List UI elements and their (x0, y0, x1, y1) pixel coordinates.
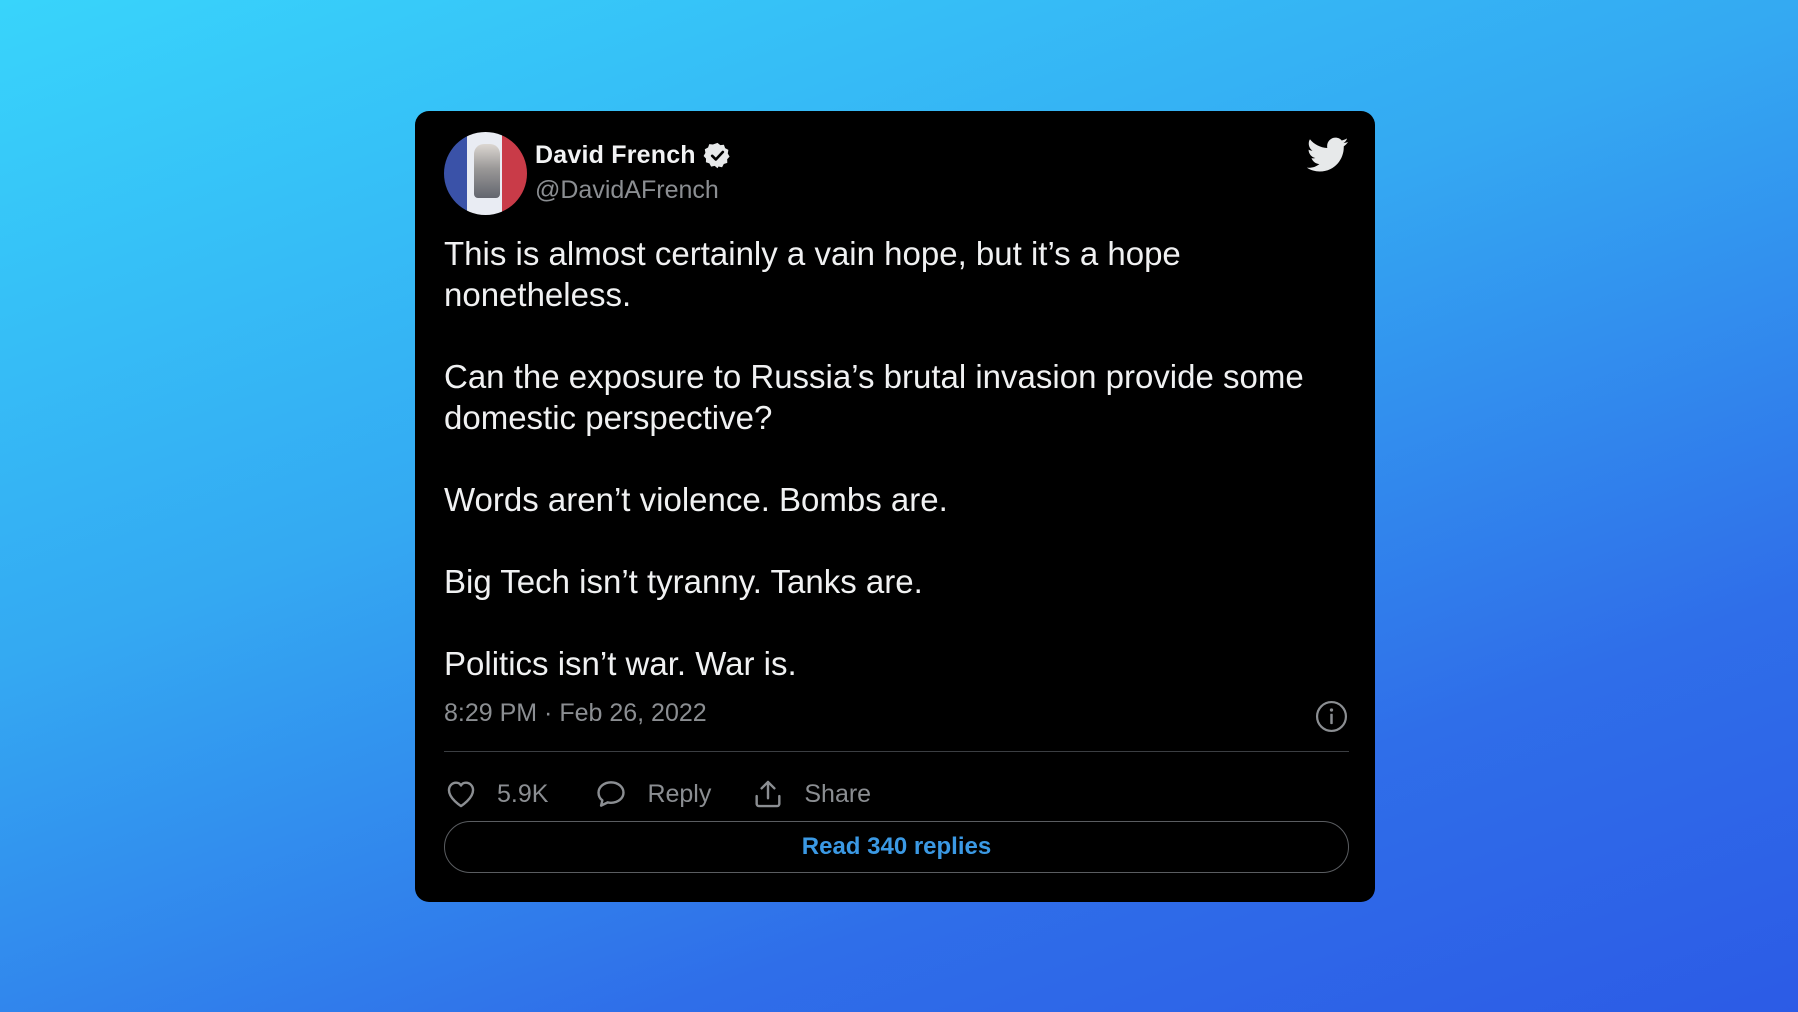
avatar-figure (474, 144, 500, 198)
author-handle[interactable]: @DavidAFrench (535, 176, 719, 205)
share-upload-icon (755, 780, 781, 808)
author-name-row: David French (535, 141, 732, 170)
reply-label: Reply (647, 779, 712, 808)
tweet-card: David French @DavidAFrench This is almos… (415, 111, 1375, 902)
tweet-paragraph: Big Tech isn’t tyranny. Tanks are. (444, 563, 923, 600)
read-replies-button[interactable]: Read 340 replies (444, 821, 1349, 873)
tweet-paragraph: This is almost certainly a vain hope, bu… (444, 235, 1181, 313)
tweet-paragraph: Can the exposure to Russia’s brutal inva… (444, 358, 1304, 436)
tweet-timestamp[interactable]: 8:29 PM · Feb 26, 2022 (444, 699, 707, 728)
like-button[interactable]: 5.9K (444, 777, 548, 811)
info-icon[interactable] (1315, 700, 1348, 733)
action-bar: 5.9K Reply Share (444, 769, 871, 819)
twitter-bird-icon[interactable] (1307, 137, 1349, 173)
heart-icon (447, 781, 475, 808)
tweet-paragraph: Politics isn’t war. War is. (444, 645, 797, 682)
tweet-body: This is almost certainly a vain hope, bu… (444, 233, 1349, 684)
author-name[interactable]: David French (535, 141, 696, 170)
avatar[interactable] (444, 132, 527, 215)
share-button[interactable]: Share (751, 777, 871, 811)
verified-badge-icon (703, 142, 730, 169)
share-label: Share (804, 779, 872, 808)
reply-button[interactable]: Reply (594, 777, 711, 811)
like-count: 5.9K (497, 779, 549, 808)
speech-bubble-icon (597, 781, 626, 807)
tweet-paragraph: Words aren’t violence. Bombs are. (444, 481, 948, 518)
divider (444, 751, 1349, 752)
